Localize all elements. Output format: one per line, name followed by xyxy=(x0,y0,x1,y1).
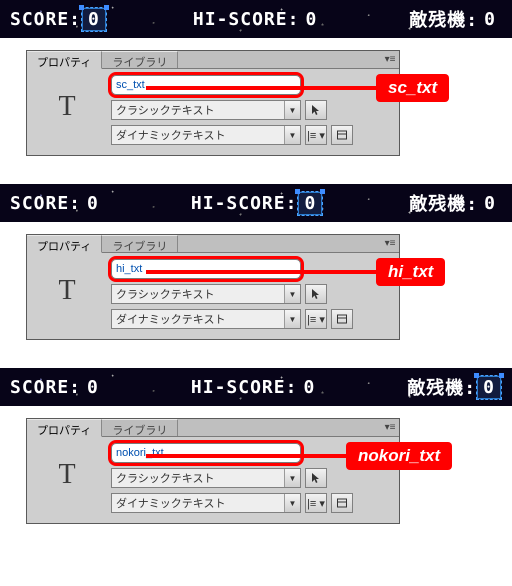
text-kind-label: ダイナミックテキスト xyxy=(112,309,284,329)
hud-hiscore-value: 0 xyxy=(299,8,323,31)
chevron-down-icon: ▼ xyxy=(284,469,300,487)
hud-hiscore-label: HI-SCORE: xyxy=(193,9,300,30)
panel-tabs: プロパティ ライブラリ ▾≡ xyxy=(27,419,399,437)
text-engine-label: クラシックテキスト xyxy=(112,284,284,304)
hud-hiscore: HI-SCORE: 0 xyxy=(191,376,321,399)
text-kind-label: ダイナミックテキスト xyxy=(112,125,284,145)
text-engine-combo[interactable]: クラシックテキスト ▼ xyxy=(111,468,301,488)
text-engine-combo[interactable]: クラシックテキスト ▼ xyxy=(111,284,301,304)
hud-hiscore: HI-SCORE: 0 xyxy=(193,8,323,31)
chevron-down-icon: ▼ xyxy=(284,285,300,303)
hud-nokori-label: 敵残機: xyxy=(407,374,476,400)
orientation-icon[interactable]: |≡ ▾ xyxy=(305,493,327,513)
orientation-icon[interactable]: |≡ ▾ xyxy=(305,309,327,329)
pointer-icon[interactable] xyxy=(305,284,327,304)
hud-score-value: 0 xyxy=(81,192,105,215)
game-hud: SCORE: 0 HI-SCORE: 0 敵残機: 0 xyxy=(0,368,512,406)
text-kind-combo[interactable]: ダイナミックテキスト ▼ xyxy=(111,493,301,513)
tab-library[interactable]: ライブラリ xyxy=(102,419,178,436)
hud-hiscore-label: HI-SCORE: xyxy=(191,377,298,398)
text-type-icon: T xyxy=(58,275,75,307)
hud-nokori-value: 0 xyxy=(478,192,502,215)
chevron-down-icon: ▼ xyxy=(284,101,300,119)
hud-nokori: 敵残機: 0 xyxy=(409,190,502,216)
game-hud: SCORE: 0 HI-SCORE: 0 敵残機: 0 xyxy=(0,0,512,38)
text-kind-combo[interactable]: ダイナミックテキスト ▼ xyxy=(111,125,301,145)
instance-name-input[interactable] xyxy=(111,443,301,463)
hud-hiscore-value: 0 xyxy=(297,376,321,399)
panel-menu-icon[interactable]: ▾≡ xyxy=(381,235,399,252)
hud-hiscore: HI-SCORE: 0 xyxy=(191,191,323,216)
tab-properties[interactable]: プロパティ xyxy=(27,235,102,253)
hud-nokori-value: 0 xyxy=(478,8,502,31)
game-hud: SCORE: 0 HI-SCORE: 0 敵残機: 0 xyxy=(0,184,512,222)
tab-library[interactable]: ライブラリ xyxy=(102,51,178,68)
properties-panel: プロパティ ライブラリ ▾≡ T クラシックテキスト ▼ xyxy=(26,234,400,340)
text-engine-label: クラシックテキスト xyxy=(112,100,284,120)
orientation-icon[interactable]: |≡ ▾ xyxy=(305,125,327,145)
text-type-icon: T xyxy=(58,91,75,123)
chevron-down-icon: ▼ xyxy=(284,310,300,328)
embedding-icon[interactable] xyxy=(331,125,353,145)
text-kind-label: ダイナミックテキスト xyxy=(112,493,284,513)
tab-properties[interactable]: プロパティ xyxy=(27,419,102,437)
text-type-icon: T xyxy=(58,459,75,491)
hud-nokori-value[interactable]: 0 xyxy=(476,375,502,400)
hud-score-value: 0 xyxy=(81,376,105,399)
embedding-icon[interactable] xyxy=(331,309,353,329)
panel-tabs: プロパティ ライブラリ ▾≡ xyxy=(27,51,399,69)
instance-name-input[interactable] xyxy=(111,75,301,95)
hud-score-label: SCORE: xyxy=(10,377,81,398)
hud-score: SCORE: 0 xyxy=(10,192,105,215)
panel-tabs: プロパティ ライブラリ ▾≡ xyxy=(27,235,399,253)
properties-panel: プロパティ ライブラリ ▾≡ T クラシックテキスト ▼ xyxy=(26,50,400,156)
hud-score-label: SCORE: xyxy=(10,9,81,30)
text-engine-combo[interactable]: クラシックテキスト ▼ xyxy=(111,100,301,120)
chevron-down-icon: ▼ xyxy=(284,494,300,512)
hud-score: SCORE: 0 xyxy=(10,376,105,399)
chevron-down-icon: ▼ xyxy=(284,126,300,144)
panel-menu-icon[interactable]: ▾≡ xyxy=(381,51,399,68)
text-kind-combo[interactable]: ダイナミックテキスト ▼ xyxy=(111,309,301,329)
hud-score-label: SCORE: xyxy=(10,193,81,214)
hud-nokori-label: 敵残機: xyxy=(409,6,478,32)
tab-properties[interactable]: プロパティ xyxy=(27,51,102,69)
hud-score: SCORE: 0 xyxy=(10,7,107,32)
pointer-icon[interactable] xyxy=(305,468,327,488)
hud-hiscore-value[interactable]: 0 xyxy=(297,191,323,216)
panel-menu-icon[interactable]: ▾≡ xyxy=(381,419,399,436)
hud-nokori: 敵残機: 0 xyxy=(407,374,502,400)
hud-nokori-label: 敵残機: xyxy=(409,190,478,216)
hud-hiscore-label: HI-SCORE: xyxy=(191,193,298,214)
tab-library[interactable]: ライブラリ xyxy=(102,235,178,252)
pointer-icon[interactable] xyxy=(305,100,327,120)
embedding-icon[interactable] xyxy=(331,493,353,513)
hud-nokori: 敵残機: 0 xyxy=(409,6,502,32)
hud-score-value[interactable]: 0 xyxy=(81,7,107,32)
properties-panel: プロパティ ライブラリ ▾≡ T クラシックテキスト ▼ xyxy=(26,418,400,524)
text-engine-label: クラシックテキスト xyxy=(112,468,284,488)
instance-name-input[interactable] xyxy=(111,259,301,279)
